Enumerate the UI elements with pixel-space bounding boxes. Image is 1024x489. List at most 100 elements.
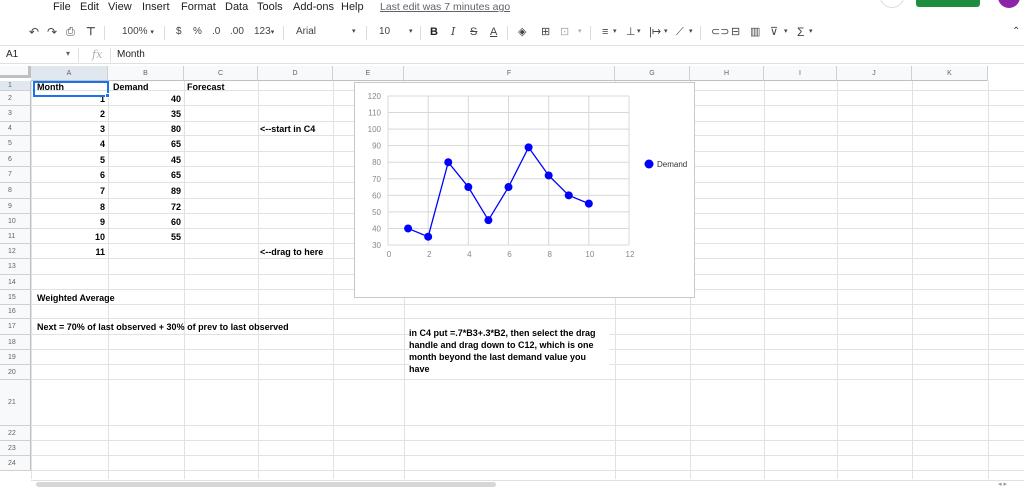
- demand-cell[interactable]: 65: [108, 138, 181, 150]
- row-header[interactable]: 7: [0, 167, 31, 183]
- undo-icon[interactable]: ↶: [29, 25, 39, 39]
- fill-color-icon[interactable]: ◈: [518, 25, 526, 39]
- column-header[interactable]: D: [258, 66, 333, 81]
- demand-cell[interactable]: 45: [108, 154, 181, 166]
- menu-edit[interactable]: Edit: [80, 1, 99, 13]
- row-header[interactable]: 8: [0, 183, 31, 199]
- vertical-align-icon[interactable]: ⊥: [626, 25, 636, 39]
- chevron-down-icon[interactable]: ▾: [352, 25, 356, 39]
- demand-cell[interactable]: 35: [108, 108, 181, 120]
- row-header[interactable]: 6: [0, 152, 31, 167]
- insert-comment-icon[interactable]: ⊟: [731, 25, 740, 39]
- increase-decimal-button[interactable]: .00: [230, 25, 244, 39]
- chevron-down-icon[interactable]: ▾: [809, 25, 813, 39]
- collapse-toolbar-icon[interactable]: ⌃: [1012, 25, 1020, 39]
- bold-button[interactable]: B: [430, 25, 438, 39]
- chevron-down-icon[interactable]: ▾: [578, 25, 582, 39]
- font-select[interactable]: Arial: [296, 25, 316, 39]
- row-header[interactable]: 9: [0, 199, 31, 214]
- row-header[interactable]: 14: [0, 275, 31, 290]
- row-header[interactable]: 1: [0, 81, 31, 91]
- cell-d4[interactable]: <--start in C4: [260, 123, 315, 135]
- column-header[interactable]: F: [404, 66, 615, 81]
- avatar[interactable]: [998, 0, 1020, 8]
- row-header[interactable]: 22: [0, 426, 31, 441]
- row-header[interactable]: 17: [0, 319, 31, 335]
- paint-format-icon[interactable]: ⊤: [86, 25, 96, 39]
- demand-cell[interactable]: 40: [108, 93, 181, 105]
- month-cell[interactable]: 5: [31, 154, 105, 166]
- more-formats-select[interactable]: 123▾: [254, 25, 274, 40]
- cell-a15[interactable]: Weighted Average: [37, 292, 115, 304]
- month-cell[interactable]: 10: [31, 231, 105, 243]
- demand-cell[interactable]: 55: [108, 231, 181, 243]
- cell-b1[interactable]: Demand: [113, 81, 149, 93]
- column-header[interactable]: J: [837, 66, 912, 81]
- italic-button[interactable]: I: [451, 25, 455, 39]
- redo-icon[interactable]: ↷: [47, 25, 57, 39]
- column-header[interactable]: G: [615, 66, 690, 81]
- row-header[interactable]: 12: [0, 244, 31, 259]
- menu-tools[interactable]: Tools: [257, 1, 283, 13]
- formula-input[interactable]: Month: [117, 49, 145, 60]
- insert-chart-icon[interactable]: ▥: [750, 25, 760, 39]
- currency-button[interactable]: $: [176, 25, 182, 39]
- menu-help[interactable]: Help: [341, 1, 364, 13]
- demand-cell[interactable]: 72: [108, 201, 181, 213]
- month-cell[interactable]: 2: [31, 108, 105, 120]
- demand-cell[interactable]: 65: [108, 169, 181, 181]
- month-cell[interactable]: 8: [31, 201, 105, 213]
- strikethrough-button[interactable]: S: [470, 25, 477, 39]
- column-header[interactable]: I: [764, 66, 837, 81]
- month-cell[interactable]: 6: [31, 169, 105, 181]
- demand-chart[interactable]: 30 40 50 60 70 80 90 100 110 120 0 2 4 6 8 10 12 Demand: [354, 82, 695, 298]
- scrollbar-thumb[interactable]: [36, 482, 496, 487]
- month-cell[interactable]: 4: [31, 138, 105, 150]
- chevron-down-icon[interactable]: ▾: [637, 25, 641, 39]
- text-wrap-icon[interactable]: |↦: [649, 25, 661, 39]
- chevron-down-icon[interactable]: ▾: [664, 25, 668, 39]
- menu-format[interactable]: Format: [181, 1, 216, 13]
- zoom-select[interactable]: 100% ▾: [122, 25, 154, 40]
- text-rotation-icon[interactable]: ⟋: [676, 25, 684, 39]
- text-color-button[interactable]: A: [490, 25, 497, 39]
- row-header[interactable]: 19: [0, 350, 31, 365]
- scroll-arrows-icon[interactable]: ◂ ▸: [998, 480, 1007, 488]
- menu-insert[interactable]: Insert: [142, 1, 170, 13]
- decrease-decimal-button[interactable]: .0: [212, 25, 220, 39]
- month-cell[interactable]: 7: [31, 185, 105, 197]
- chevron-down-icon[interactable]: ▾: [613, 25, 617, 39]
- column-header[interactable]: H: [690, 66, 764, 81]
- row-header[interactable]: 4: [0, 122, 31, 136]
- month-cell[interactable]: 11: [31, 246, 105, 258]
- column-header[interactable]: A: [31, 66, 108, 81]
- column-header[interactable]: K: [912, 66, 988, 81]
- cell-a17[interactable]: Next = 70% of last observed + 30% of pre…: [37, 321, 289, 333]
- row-header[interactable]: 23: [0, 441, 31, 456]
- merge-cells-icon[interactable]: ⊡: [560, 25, 569, 39]
- column-header[interactable]: B: [108, 66, 184, 81]
- chevron-down-icon[interactable]: ▾: [689, 25, 693, 39]
- row-header[interactable]: 15: [0, 290, 31, 305]
- insert-link-icon[interactable]: ⊂⊃: [711, 25, 729, 39]
- row-header[interactable]: 24: [0, 456, 31, 471]
- print-icon[interactable]: ⎙: [66, 25, 75, 39]
- select-all-corner[interactable]: [0, 66, 31, 78]
- row-header[interactable]: 10: [0, 214, 31, 229]
- row-header[interactable]: 11: [0, 229, 31, 244]
- name-box[interactable]: A1: [6, 49, 18, 60]
- row-header[interactable]: 13: [0, 259, 31, 275]
- cell-f21[interactable]: in C4 put =.7*B3+.3*B2, then select the …: [409, 327, 609, 375]
- horizontal-align-icon[interactable]: ≡: [602, 25, 608, 39]
- row-header[interactable]: 5: [0, 136, 31, 152]
- row-header[interactable]: 3: [0, 106, 31, 122]
- chevron-down-icon[interactable]: ▾: [66, 49, 70, 58]
- menu-addons[interactable]: Add-ons: [293, 1, 334, 13]
- row-header[interactable]: 18: [0, 335, 31, 350]
- row-header[interactable]: 21: [0, 380, 31, 426]
- functions-button[interactable]: Σ: [797, 25, 804, 39]
- menu-file[interactable]: File: [53, 1, 71, 13]
- column-header[interactable]: E: [333, 66, 404, 81]
- percent-button[interactable]: %: [193, 25, 202, 39]
- last-edit-link[interactable]: Last edit was 7 minutes ago: [380, 1, 510, 13]
